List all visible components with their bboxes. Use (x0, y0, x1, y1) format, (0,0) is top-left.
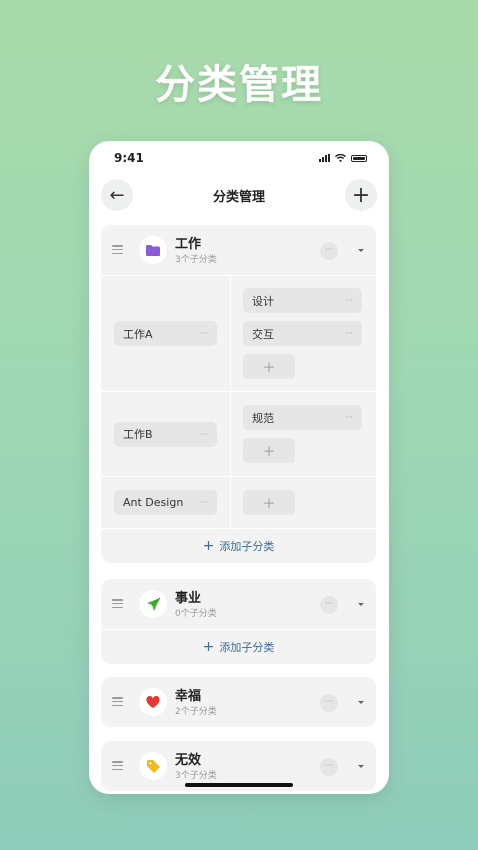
tag-icon (139, 752, 167, 780)
subcategory-chip[interactable]: 工作B ··· (114, 421, 217, 447)
folder-icon (139, 236, 167, 264)
category-sub-count: 0个子分类 (175, 609, 217, 619)
signal-icon (319, 154, 330, 162)
more-icon[interactable]: ··· (320, 242, 338, 260)
plus-icon: + (262, 357, 276, 376)
status-time: 9:41 (114, 151, 144, 165)
category-sub-count: 2个子分类 (175, 707, 217, 717)
more-icon[interactable]: ··· (345, 329, 353, 338)
category-sub-count: 3个子分类 (175, 255, 217, 265)
add-subcategory-label: 添加子分类 (219, 540, 275, 553)
child-list: 设计 ··· 交互 ··· + (231, 276, 376, 391)
subcategory-row: 工作B ··· 规范 ··· + (101, 392, 376, 477)
subcategory-label: Ant Design (123, 496, 184, 509)
subcategory-label: 工作B (123, 428, 153, 441)
subcategory-cell: 工作A ··· (101, 276, 231, 391)
more-icon[interactable]: ··· (345, 296, 353, 305)
more-icon[interactable]: ··· (200, 430, 208, 439)
category-name: 无效 (175, 753, 202, 768)
category-sub-count: 3个子分类 (175, 771, 217, 781)
add-subcategory-button[interactable]: + 添加子分类 (101, 629, 376, 664)
subcategory-cell: 工作B ··· (101, 392, 231, 476)
wifi-icon (335, 154, 346, 162)
child-label: 设计 (252, 294, 274, 308)
more-icon[interactable]: ··· (320, 758, 338, 776)
child-list: + (231, 477, 376, 528)
category-card-career: 事业 0个子分类 ··· + 添加子分类 (101, 579, 376, 664)
chevron-down-icon[interactable] (358, 603, 364, 606)
status-icons (319, 154, 367, 162)
more-icon[interactable]: ··· (200, 329, 208, 338)
add-child-button[interactable]: + (243, 354, 295, 379)
drag-handle-icon[interactable] (112, 761, 123, 770)
category-header[interactable]: 工作 3个子分类 ··· (101, 225, 376, 275)
subcategory-chip[interactable]: Ant Design ··· (114, 490, 217, 515)
page-headline: 分类管理 (155, 62, 323, 108)
drag-handle-icon[interactable] (112, 697, 123, 706)
child-label: 规范 (252, 411, 274, 425)
chevron-down-icon[interactable] (358, 765, 364, 768)
home-indicator (185, 783, 293, 787)
more-icon[interactable]: ··· (320, 596, 338, 614)
chevron-down-icon[interactable] (358, 701, 364, 704)
subcategory-grid: 工作A ··· 设计 ··· 交互 ··· + 工作B ··· 规范 ··· +… (101, 275, 376, 529)
subcategory-label: 工作A (123, 327, 153, 341)
plus-icon: + (202, 639, 215, 655)
add-subcategory-label: 添加子分类 (219, 641, 275, 654)
more-icon[interactable]: ··· (200, 498, 208, 507)
chevron-down-icon[interactable] (358, 249, 364, 252)
subcategory-row: Ant Design ··· + (101, 477, 376, 529)
category-name: 工作 (175, 237, 202, 252)
battery-icon (351, 154, 367, 162)
drag-handle-icon[interactable] (112, 599, 123, 608)
child-chip[interactable]: 交互 ··· (243, 321, 362, 346)
add-subcategory-button[interactable]: + 添加子分类 (101, 529, 376, 563)
category-header[interactable]: 事业 0个子分类 ··· (101, 579, 376, 629)
add-child-button[interactable]: + (243, 438, 295, 463)
more-icon[interactable]: ··· (345, 413, 353, 422)
plus-icon: + (262, 493, 276, 512)
subcategory-row: 工作A ··· 设计 ··· 交互 ··· + (101, 276, 376, 392)
subcategory-cell: Ant Design ··· (101, 477, 231, 528)
plus-icon: + (351, 182, 371, 208)
subcategory-chip[interactable]: 工作A ··· (114, 321, 217, 346)
heart-icon (139, 688, 167, 716)
category-header[interactable]: 幸福 2个子分类 ··· (101, 677, 376, 727)
drag-handle-icon[interactable] (112, 245, 123, 254)
category-name: 事业 (175, 591, 202, 606)
plus-icon: + (262, 441, 276, 460)
add-child-button[interactable]: + (243, 490, 295, 515)
category-name: 幸福 (175, 689, 202, 704)
phone-screen: 9:41 ← 分类管理 + 工作 3个子分类 ··· 工作A ··· 设计 ··… (89, 141, 389, 794)
page-title: 分类管理 (212, 190, 265, 205)
more-icon[interactable]: ··· (320, 694, 338, 712)
child-list: 规范 ··· + (231, 392, 376, 476)
child-chip[interactable]: 规范 ··· (243, 405, 362, 430)
child-chip[interactable]: 设计 ··· (243, 288, 362, 313)
category-card-happiness: 幸福 2个子分类 ··· (101, 677, 376, 727)
category-card-work: 工作 3个子分类 ··· 工作A ··· 设计 ··· 交互 ··· + 工作B… (101, 225, 376, 563)
plus-icon: + (202, 538, 215, 554)
add-category-button[interactable]: + (345, 179, 377, 211)
paper-plane-icon (139, 590, 167, 618)
child-label: 交互 (252, 327, 274, 341)
